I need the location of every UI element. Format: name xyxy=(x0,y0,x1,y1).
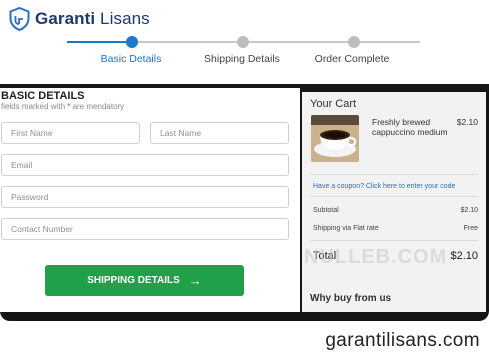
step-dot-shipping-details[interactable] xyxy=(237,36,249,48)
shield-logo-icon xyxy=(9,7,30,31)
shipping-details-button-label: SHIPPING DETAILS xyxy=(87,275,180,286)
subtotal-row: Subtotal $2.10 xyxy=(313,207,478,214)
subtitle-text-after: are mendatory xyxy=(70,102,125,111)
subtotal-value: $2.10 xyxy=(460,207,478,214)
step-dot-basic-details[interactable] xyxy=(126,36,138,48)
brand-logo[interactable]: Garanti Lisans xyxy=(9,7,150,31)
step-dot-order-complete[interactable] xyxy=(348,36,360,48)
arrow-right-icon: → xyxy=(188,273,202,288)
why-buy-title: Why buy from us xyxy=(310,293,392,304)
cappuccino-image xyxy=(311,115,359,162)
watermark: NULLEB.COM xyxy=(304,246,448,268)
step-label-order-complete[interactable]: Order Complete xyxy=(315,53,390,65)
footer-domain: garantilisans.com xyxy=(325,330,480,351)
cart-divider xyxy=(310,174,478,175)
step-label-shipping-details[interactable]: Shipping Details xyxy=(204,53,280,65)
coffee-cup-icon xyxy=(311,115,359,162)
product-price: $2.10 xyxy=(456,117,478,127)
step-label-basic-details[interactable]: Basic Details xyxy=(101,53,162,65)
product-name: Freshly brewed cappuccino medium xyxy=(372,117,448,137)
basic-details-form: BASIC DETAILS fields marked with * are m… xyxy=(0,88,300,312)
total-value: $2.10 xyxy=(450,250,478,262)
subtotal-label: Subtotal xyxy=(313,207,339,214)
cart-divider xyxy=(310,240,478,241)
brand-name-light: Lisans xyxy=(95,9,150,28)
email-input[interactable] xyxy=(1,154,289,176)
cart-divider xyxy=(310,196,478,197)
section-subtitle: fields marked with * are mendatory xyxy=(1,102,124,111)
checkout-stepper: Basic Details Shipping Details Order Com… xyxy=(0,32,489,72)
cart-title: Your Cart xyxy=(310,98,357,110)
contact-number-input[interactable] xyxy=(1,218,289,240)
first-name-input[interactable] xyxy=(1,122,140,144)
password-input[interactable] xyxy=(1,186,289,208)
coupon-link[interactable]: Have a coupon? Click here to enter your … xyxy=(313,183,455,190)
shipping-details-button[interactable]: SHIPPING DETAILS → xyxy=(45,265,244,296)
subtitle-text-before: fields marked with xyxy=(1,102,68,111)
brand-name: Garanti Lisans xyxy=(35,9,150,29)
brand-name-bold: Garanti xyxy=(35,9,96,28)
shipping-value: Free xyxy=(463,225,478,232)
shipping-row: Shipping via Flat rate Free xyxy=(313,225,478,232)
stepper-track-progress xyxy=(67,41,132,43)
last-name-input[interactable] xyxy=(150,122,289,144)
section-title: BASIC DETAILS xyxy=(1,90,85,102)
shipping-label: Shipping via Flat rate xyxy=(313,225,379,232)
cart-summary: Your Cart Freshly brewed cappuccino medi… xyxy=(302,92,486,312)
